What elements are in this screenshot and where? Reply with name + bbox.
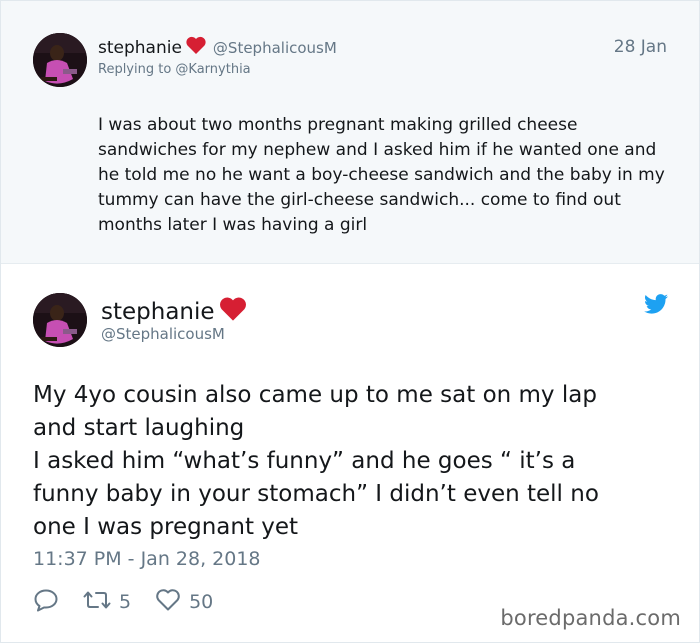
avatar-image [33,293,87,347]
tweet-actions: 5 50 [33,588,237,616]
tweet-text-line: My 4yo cousin also came up to me sat on … [33,382,597,408]
retweet-icon[interactable] [83,589,111,615]
tweet-timestamp[interactable]: 11:37 PM - Jan 28, 2018 [33,548,261,570]
retweet-button[interactable]: 5 [83,589,131,615]
parent-tweet[interactable]: stephanie @StephalicousM 28 Jan Replying… [1,1,699,264]
tweet-text-line: one I was pregnant yet [33,514,299,540]
display-name[interactable]: stephanie [98,38,182,58]
retweet-count: 5 [119,591,132,613]
tweet-text-line: and start laughing [33,415,245,441]
main-tweet-text: My 4yo cousin also came up to me sat on … [33,379,673,544]
reply-button[interactable] [33,588,59,616]
like-count: 50 [189,591,214,613]
tweet-card: stephanie @StephalicousM 28 Jan Replying… [0,0,700,643]
tweet-text-line: I asked him “what’s funny” and he goes “… [33,448,576,474]
main-display-name[interactable]: stephanie [101,295,248,328]
red-heart-emoji-icon [185,35,207,60]
like-button[interactable]: 50 [155,588,213,616]
replying-to[interactable]: Replying to @Karnythia [98,62,251,77]
boredpanda-watermark: boredpanda.com [500,606,681,630]
display-name[interactable]: stephanie [101,299,215,325]
tweet-text-line: funny baby in your stomach” I didn’t eve… [33,481,599,507]
handle[interactable]: @StephalicousM [213,39,337,57]
twitter-bird-icon[interactable] [644,294,668,318]
parent-display-name[interactable]: stephanie @StephalicousM [98,35,337,60]
like-icon[interactable] [155,588,181,616]
reply-icon[interactable] [33,588,59,616]
avatar-image [33,33,87,87]
avatar[interactable] [33,33,87,87]
handle[interactable]: @StephalicousM [101,325,225,343]
avatar[interactable] [33,293,87,347]
red-heart-emoji-icon [218,295,248,328]
tweet-date[interactable]: 28 Jan [614,37,667,57]
parent-tweet-text: I was about two months pregnant making g… [98,115,665,235]
